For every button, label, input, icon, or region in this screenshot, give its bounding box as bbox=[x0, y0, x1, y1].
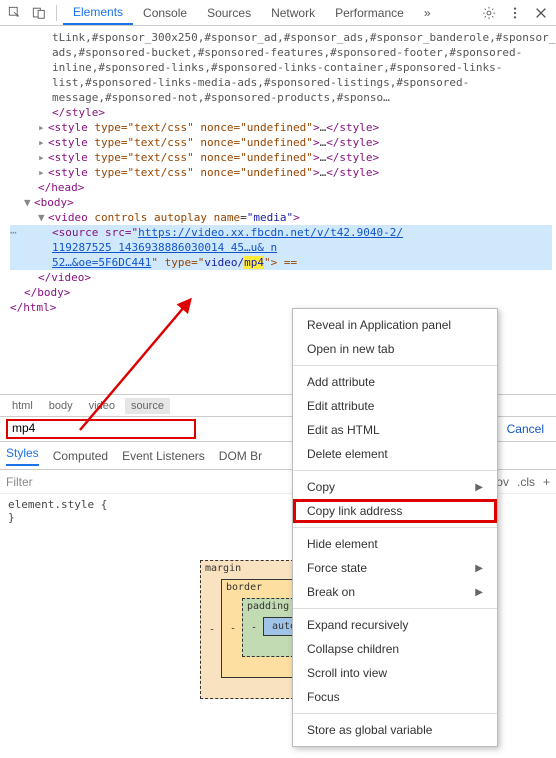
body-close: </body> bbox=[10, 285, 552, 300]
body-open[interactable]: ▼<body> bbox=[10, 195, 552, 210]
ctx-sep bbox=[293, 608, 497, 609]
search-field[interactable] bbox=[12, 421, 190, 435]
ctx-copy-link-address[interactable]: Copy link address bbox=[293, 499, 497, 523]
ctx-sep bbox=[293, 365, 497, 366]
context-menu: Reveal in Application panel Open in new … bbox=[292, 308, 498, 747]
tab-sources[interactable]: Sources bbox=[197, 2, 261, 24]
style-node[interactable]: ▸<style type="text/css" nonce="undefined… bbox=[10, 120, 552, 135]
search-input[interactable] bbox=[6, 419, 196, 439]
inspect-icon[interactable] bbox=[4, 2, 26, 24]
tab-performance[interactable]: Performance bbox=[325, 2, 414, 24]
device-toggle-icon[interactable] bbox=[28, 2, 50, 24]
ctx-reveal[interactable]: Reveal in Application panel bbox=[293, 313, 497, 337]
style-close-tag: </style> bbox=[10, 105, 552, 120]
ctx-store-global[interactable]: Store as global variable bbox=[293, 718, 497, 742]
devtools-toolbar: Elements Console Sources Network Perform… bbox=[0, 0, 556, 26]
ctx-expand[interactable]: Expand recursively bbox=[293, 613, 497, 637]
tab-elements[interactable]: Elements bbox=[63, 1, 133, 25]
tab-styles[interactable]: Styles bbox=[6, 446, 39, 466]
tab-more[interactable]: » bbox=[414, 2, 441, 24]
ctx-scroll[interactable]: Scroll into view bbox=[293, 661, 497, 685]
ctx-break-on[interactable]: Break on▶ bbox=[293, 580, 497, 604]
style-node[interactable]: ▸<style type="text/css" nonce="undefined… bbox=[10, 165, 552, 180]
cancel-button[interactable]: Cancel bbox=[501, 422, 550, 436]
selected-node-dots: ⋯ bbox=[10, 225, 17, 240]
ctx-add-attr[interactable]: Add attribute bbox=[293, 370, 497, 394]
ctx-delete[interactable]: Delete element bbox=[293, 442, 497, 466]
source-url[interactable]: https://video.xx.fbcdn.net/v/t42.9040-2/ bbox=[138, 226, 403, 239]
ctx-edit-attr[interactable]: Edit attribute bbox=[293, 394, 497, 418]
chevron-right-icon: ▶ bbox=[475, 587, 483, 598]
tab-network[interactable]: Network bbox=[261, 2, 325, 24]
bm-border-label: border bbox=[226, 582, 262, 593]
ctx-collapse[interactable]: Collapse children bbox=[293, 637, 497, 661]
bm-margin-label: margin bbox=[205, 563, 241, 574]
ctx-force-state[interactable]: Force state▶ bbox=[293, 556, 497, 580]
ctx-edit-html[interactable]: Edit as HTML bbox=[293, 418, 497, 442]
crumb-video[interactable]: video bbox=[83, 398, 121, 414]
gear-icon[interactable] bbox=[478, 2, 500, 24]
source-node-line2[interactable]: 119287525 1436938886030014 45…u& n bbox=[10, 240, 552, 255]
ctx-sep bbox=[293, 713, 497, 714]
ctx-open-tab[interactable]: Open in new tab bbox=[293, 337, 497, 361]
bm-padding-label: padding bbox=[247, 601, 289, 612]
ctx-hide[interactable]: Hide element bbox=[293, 532, 497, 556]
ctx-copy[interactable]: Copy▶ bbox=[293, 475, 497, 499]
new-rule-button[interactable]: + bbox=[543, 475, 550, 489]
video-open[interactable]: ▼<video controls autoplay name="media"> bbox=[10, 210, 552, 225]
style-node[interactable]: ▸<style type="text/css" nonce="undefined… bbox=[10, 150, 552, 165]
cls-toggle[interactable]: .cls bbox=[517, 475, 535, 489]
chevron-right-icon: ▶ bbox=[475, 482, 483, 493]
close-icon[interactable] bbox=[530, 2, 552, 24]
source-node[interactable]: <source src="https://video.xx.fbcdn.net/… bbox=[10, 225, 552, 240]
tab-computed[interactable]: Computed bbox=[53, 449, 108, 463]
css-selector-text: tLink,#sponsor_300x250,#sponsor_ad,#spon… bbox=[10, 30, 552, 105]
chevron-right-icon: ▶ bbox=[475, 563, 483, 574]
head-close: </head> bbox=[10, 180, 552, 195]
tab-console[interactable]: Console bbox=[133, 2, 197, 24]
toolbar-divider bbox=[56, 5, 57, 21]
ctx-sep bbox=[293, 470, 497, 471]
crumb-html[interactable]: html bbox=[6, 398, 39, 414]
ctx-focus[interactable]: Focus bbox=[293, 685, 497, 709]
tab-event-listeners[interactable]: Event Listeners bbox=[122, 449, 205, 463]
video-close: </video> bbox=[10, 270, 552, 285]
ctx-sep bbox=[293, 527, 497, 528]
panel-tabs: Elements Console Sources Network Perform… bbox=[63, 1, 476, 25]
style-node[interactable]: ▸<style type="text/css" nonce="undefined… bbox=[10, 135, 552, 150]
kebab-icon[interactable] bbox=[504, 2, 526, 24]
crumb-body[interactable]: body bbox=[43, 398, 79, 414]
crumb-source[interactable]: source bbox=[125, 398, 170, 414]
source-node-line3[interactable]: 52…&oe=5F6DC441" type="video/mp4"> == bbox=[10, 255, 552, 270]
tab-dom-breakpoints[interactable]: DOM Br bbox=[219, 449, 262, 463]
